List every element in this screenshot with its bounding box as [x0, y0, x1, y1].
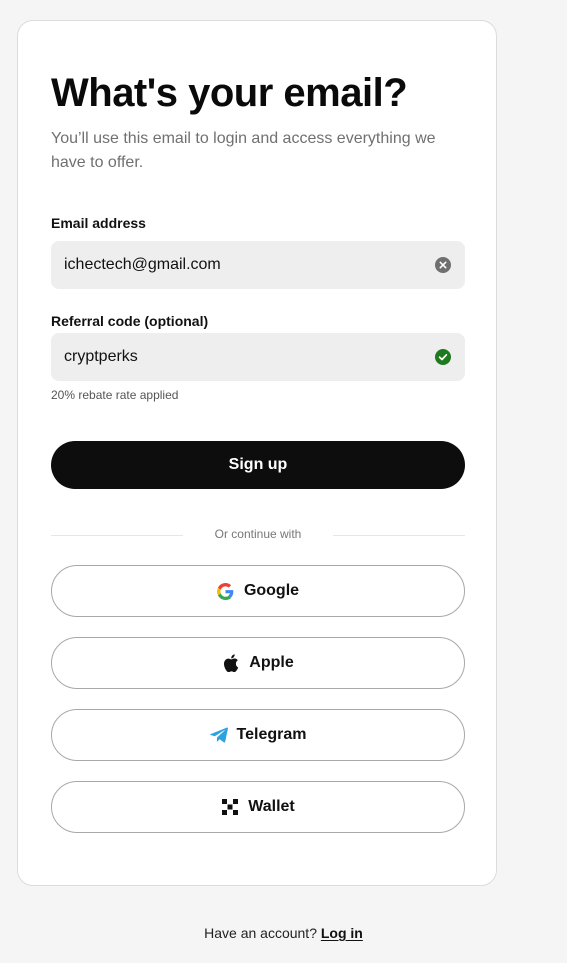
apple-icon	[222, 654, 240, 672]
referral-input[interactable]	[51, 333, 465, 381]
email-input[interactable]	[51, 241, 465, 289]
referral-hint: 20% rebate rate applied	[51, 388, 179, 402]
signup-card: What's your email? You’ll use this email…	[17, 20, 497, 886]
page-title: What's your email?	[51, 71, 408, 115]
sign-up-button[interactable]: Sign up	[51, 441, 465, 489]
telegram-button[interactable]: Telegram	[51, 709, 465, 761]
clear-icon[interactable]	[435, 257, 451, 273]
log-in-link[interactable]: Log in	[321, 925, 363, 941]
page-subtitle: You’ll use this email to login and acces…	[51, 130, 436, 171]
email-field	[51, 241, 465, 289]
apple-button[interactable]: Apple	[51, 637, 465, 689]
check-circle-icon	[435, 349, 451, 365]
wallet-button[interactable]: Wallet	[51, 781, 465, 833]
divider-line-right	[333, 535, 465, 536]
telegram-icon	[209, 726, 228, 744]
google-icon	[217, 582, 235, 600]
footer: Have an account? Log in	[0, 925, 567, 941]
divider: Or continue with	[51, 526, 465, 544]
divider-text: Or continue with	[214, 527, 302, 541]
google-button[interactable]: Google	[51, 565, 465, 617]
wallet-label: Wallet	[248, 798, 295, 815]
apple-label: Apple	[249, 654, 294, 671]
telegram-label: Telegram	[236, 726, 307, 743]
referral-label: Referral code (optional)	[51, 313, 209, 329]
footer-prompt: Have an account?	[204, 925, 317, 941]
email-label: Email address	[51, 215, 146, 231]
wallet-icon	[221, 798, 239, 816]
google-label: Google	[243, 582, 300, 599]
referral-field	[51, 333, 465, 381]
